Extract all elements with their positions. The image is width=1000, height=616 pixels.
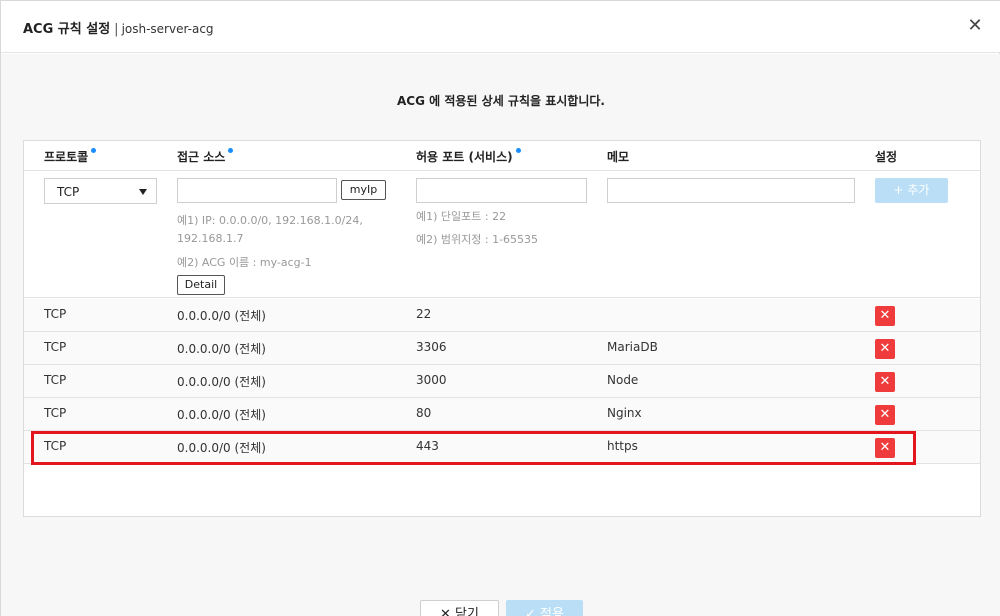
cell-source: 0.0.0.0/0 (전체) <box>177 441 266 455</box>
cell-protocol: TCP <box>44 406 67 420</box>
source-hint-acg: 예2) ACG 이름 : my-acg-1 <box>177 256 312 269</box>
delete-rule-button[interactable]: ✕ <box>875 306 895 326</box>
table-row: TCP 0.0.0.0/0 (전체) 3306 MariaDB ✕ <box>24 332 980 365</box>
header-port-label: 허용 포트 (서비스) <box>416 150 513 164</box>
header-port: 허용 포트 (서비스) <box>416 148 521 165</box>
cell-source: 0.0.0.0/0 (전체) <box>177 375 266 389</box>
myip-button[interactable]: myIp <box>341 180 386 200</box>
cell-protocol: TCP <box>44 307 67 321</box>
close-icon[interactable]: ✕ <box>967 17 983 35</box>
header-settings: 설정 <box>875 150 898 164</box>
cell-port: 80 <box>416 406 432 420</box>
modal-body: ACG 에 적용된 상세 규칙을 표시합니다. 프로토콜 접근 소스 허용 포트… <box>1 54 1000 616</box>
cell-memo: Node <box>607 373 639 387</box>
table-row: TCP 0.0.0.0/0 (전체) 3000 Node ✕ <box>24 365 980 398</box>
acg-rule-settings-modal: ACG 규칙 설정 | josh-server-acg ✕ ACG 에 적용된 상세… <box>0 0 1000 616</box>
required-dot-icon <box>515 148 521 153</box>
delete-rule-button[interactable]: ✕ <box>875 339 895 359</box>
description-text: ACG 에 적용된 상세 규칙을 표시합니다. <box>397 94 605 108</box>
table-row: TCP 0.0.0.0/0 (전체) 22 ✕ <box>24 299 980 332</box>
cell-port: 3000 <box>416 373 447 387</box>
cell-port: 443 <box>416 439 439 453</box>
port-hint-single: 예1) 단일포트 : 22 <box>416 210 507 223</box>
cell-port: 3306 <box>416 340 447 354</box>
cell-source: 0.0.0.0/0 (전체) <box>177 309 266 323</box>
port-input[interactable] <box>416 178 587 203</box>
required-dot-icon <box>91 148 97 153</box>
modal-title-main: ACG 규칙 설정 <box>23 22 111 37</box>
add-rule-button[interactable]: + 추가 <box>875 178 948 203</box>
source-hint-ip: 예1) IP: 0.0.0.0/0, 192.168.1.0/24, <box>177 214 363 227</box>
close-button[interactable]: ✕ 닫기 <box>420 600 499 616</box>
cell-port: 22 <box>416 307 432 321</box>
title-separator: | <box>114 22 119 37</box>
memo-input[interactable] <box>607 178 855 203</box>
required-dot-icon <box>228 148 234 153</box>
header-source: 접근 소스 <box>177 148 234 165</box>
table-row: TCP 0.0.0.0/0 (전체) 80 Nginx ✕ <box>24 398 980 431</box>
table-row: TCP 0.0.0.0/0 (전체) 443 https ✕ <box>24 431 980 464</box>
modal-title: ACG 규칙 설정 | josh-server-acg <box>23 18 214 37</box>
delete-rule-button[interactable]: ✕ <box>875 438 895 458</box>
table-header: 프로토콜 접근 소스 허용 포트 (서비스) 메모 설정 <box>24 141 980 171</box>
cell-protocol: TCP <box>44 439 67 453</box>
port-hint-range: 예2) 범위지정 : 1-65535 <box>416 233 539 246</box>
cell-memo: Nginx <box>607 406 642 420</box>
cell-memo: MariaDB <box>607 340 658 354</box>
delete-rule-button[interactable]: ✕ <box>875 372 895 392</box>
protocol-select-value: TCP <box>57 185 80 199</box>
caret-down-icon <box>139 189 147 195</box>
delete-rule-button[interactable]: ✕ <box>875 405 895 425</box>
header-source-label: 접근 소스 <box>177 150 226 164</box>
modal-title-acg-name: josh-server-acg <box>121 22 214 36</box>
header-memo: 메모 <box>607 150 630 164</box>
protocol-select[interactable]: TCP <box>44 178 157 204</box>
header-protocol-label: 프로토콜 <box>44 150 89 164</box>
modal-header: ACG 규칙 설정 | josh-server-acg ✕ <box>1 1 1000 53</box>
source-input[interactable] <box>177 178 337 203</box>
apply-button[interactable]: ✓ 적용 <box>506 600 583 616</box>
source-hint-ip-2: 192.168.1.7 <box>177 232 244 245</box>
detail-button[interactable]: Detail <box>177 275 225 295</box>
cell-source: 0.0.0.0/0 (전체) <box>177 408 266 422</box>
header-protocol: 프로토콜 <box>44 148 97 165</box>
cell-source: 0.0.0.0/0 (전체) <box>177 342 266 356</box>
cell-memo: https <box>607 439 638 453</box>
new-rule-form: TCP myIp 예1) IP: 0.0.0.0/0, 192.168.1.0/… <box>24 172 980 298</box>
cell-protocol: TCP <box>44 373 67 387</box>
cell-protocol: TCP <box>44 340 67 354</box>
rules-table: 프로토콜 접근 소스 허용 포트 (서비스) 메모 설정 TCP myIp 예1… <box>23 140 981 517</box>
